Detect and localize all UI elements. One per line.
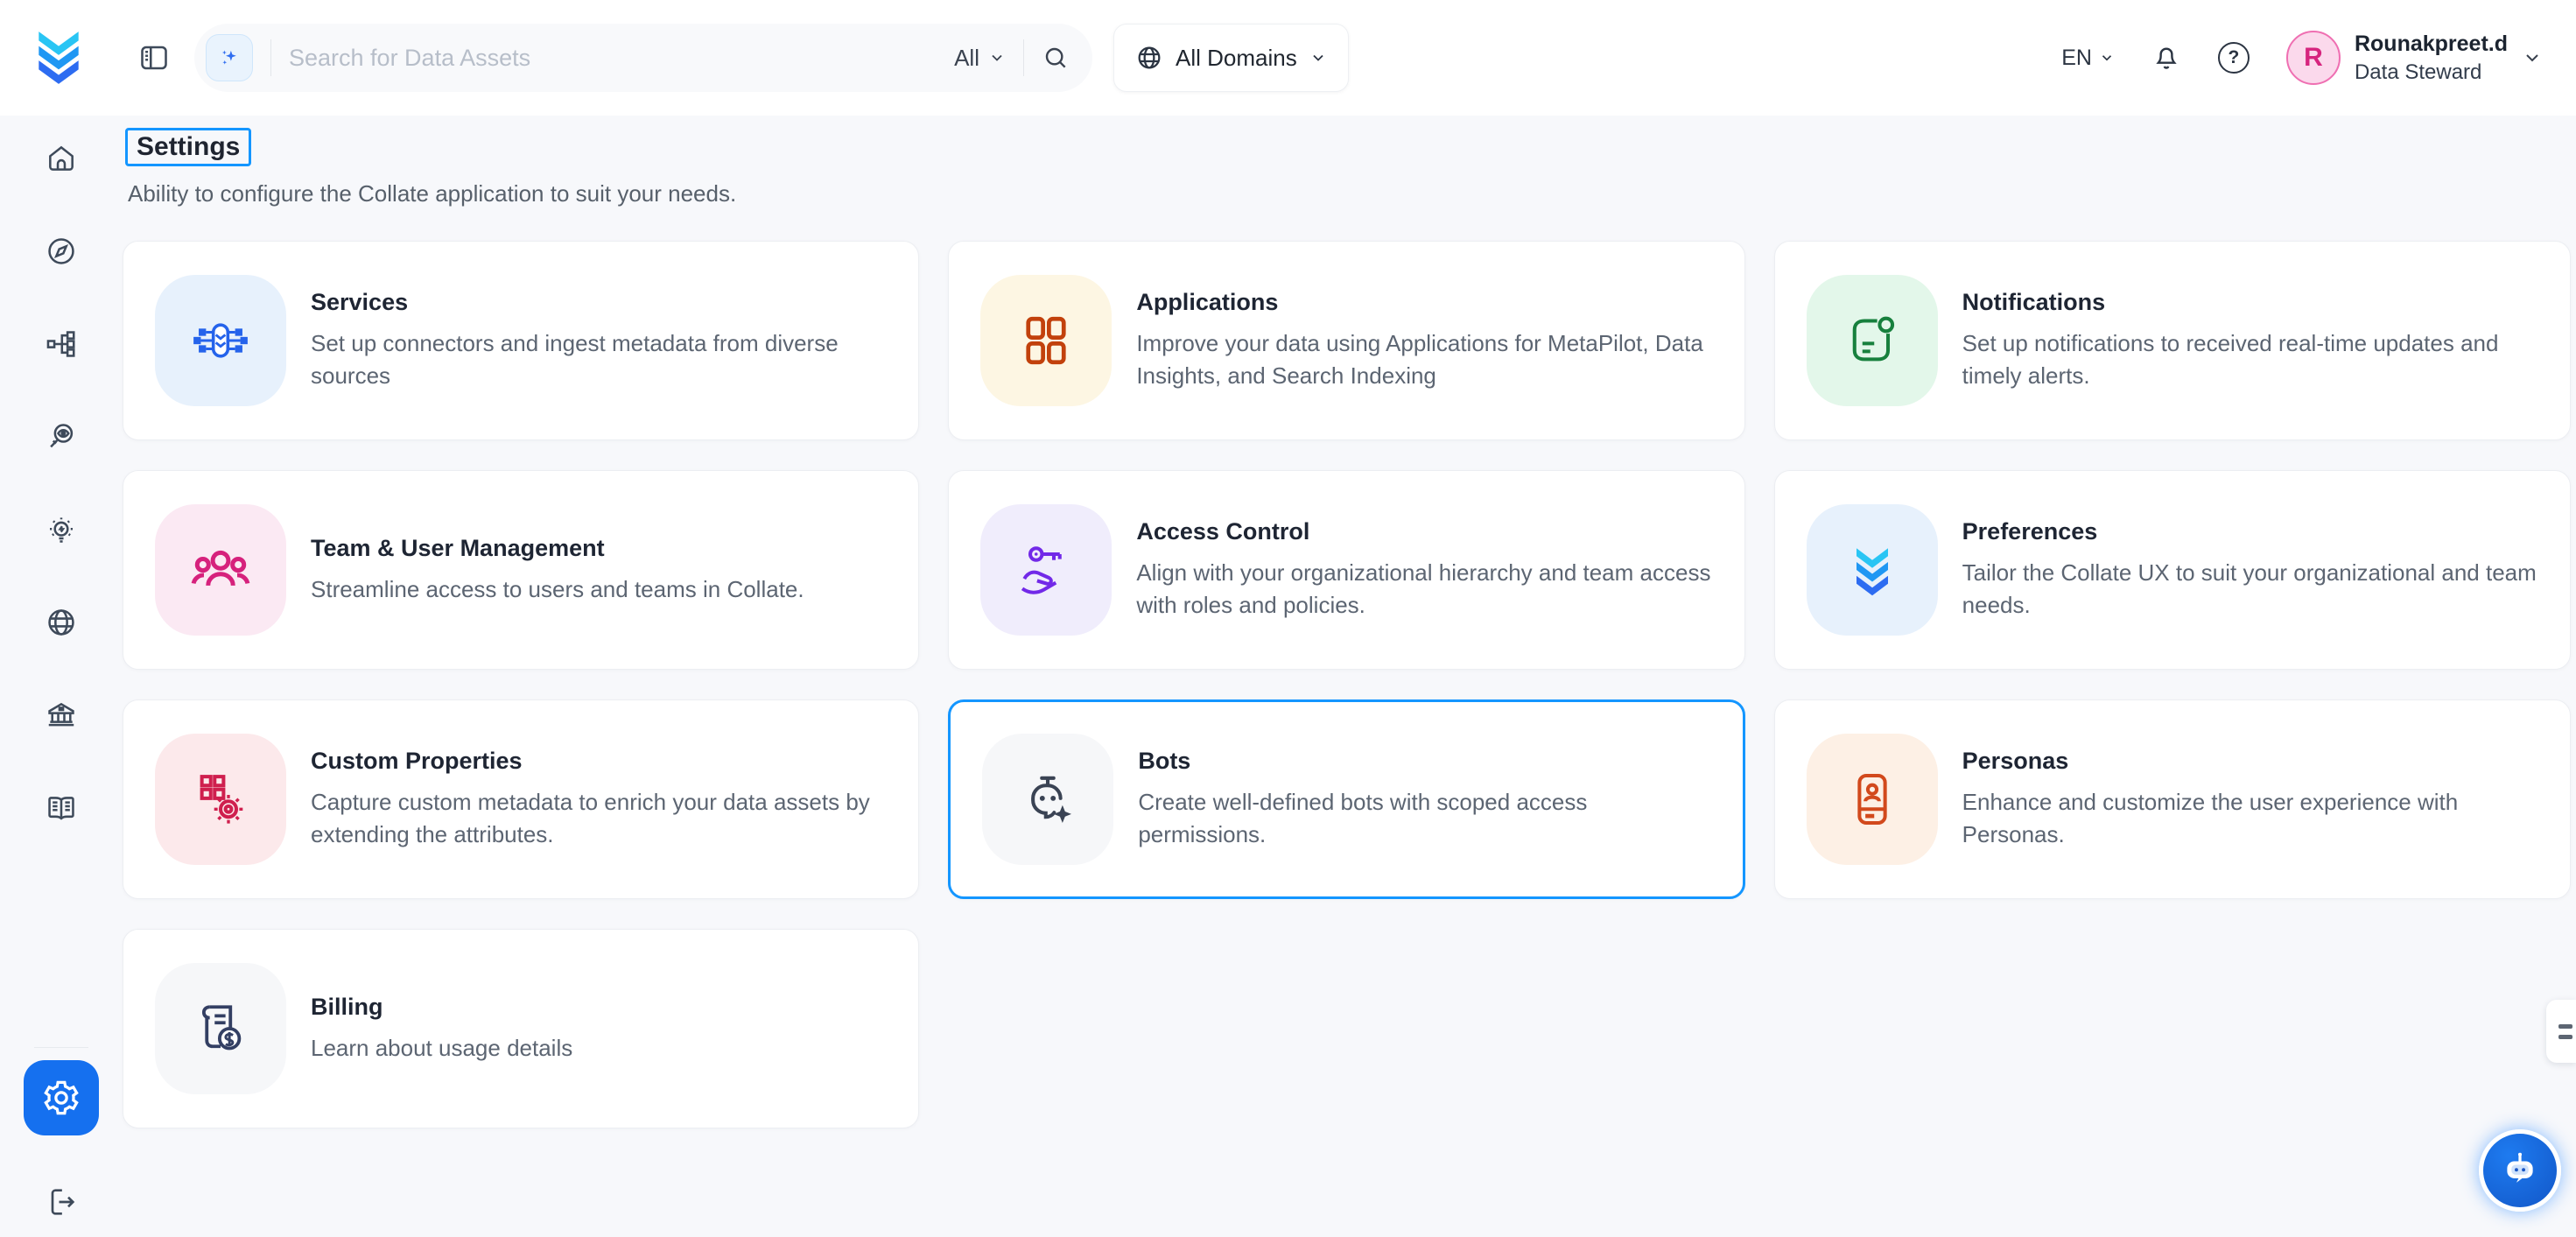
settings-card-preferences[interactable]: Preferences Tailor the Collate UX to sui… (1774, 470, 2571, 670)
user-role: Data Steward (2355, 59, 2508, 86)
search-scope-label: All (954, 45, 979, 72)
settings-card-custom-properties[interactable]: Custom Properties Capture custom metadat… (123, 699, 919, 899)
sidebar-bottom (24, 1047, 99, 1219)
settings-card-access-control[interactable]: Access Control Align with your organizat… (948, 470, 1744, 670)
team-icon (155, 504, 286, 636)
sidebar-item-glossary[interactable] (45, 791, 78, 825)
language-dropdown[interactable]: EN (2061, 46, 2115, 71)
card-title: Services (311, 289, 887, 316)
divider (270, 39, 271, 76)
language-label: EN (2061, 46, 2092, 71)
card-description: Set up connectors and ingest metadata fr… (311, 327, 887, 392)
home-icon (45, 142, 78, 175)
search-bar: All (194, 24, 1092, 92)
bank-icon (45, 699, 78, 732)
user-name: Rounakpreet.d (2355, 30, 2508, 59)
search-icon[interactable] (1042, 44, 1070, 72)
page-subtitle: Ability to configure the Collate applica… (128, 180, 2571, 207)
search-scope-dropdown[interactable]: All (954, 45, 1006, 72)
settings-card-billing[interactable]: Billing Learn about usage details (123, 929, 919, 1128)
chevron-down-icon (1309, 49, 1327, 67)
settings-card-team-user-management[interactable]: Team & User Management Streamline access… (123, 470, 919, 670)
collate-logo[interactable] (30, 26, 88, 89)
card-description: Create well-defined bots with scoped acc… (1138, 786, 1710, 851)
settings-page: Settings Ability to configure the Collat… (123, 116, 2571, 1128)
card-title: Applications (1136, 289, 1712, 316)
book-icon (45, 791, 78, 825)
card-description: Align with your organizational hierarchy… (1136, 557, 1712, 622)
card-description: Enhance and customize the user experienc… (1962, 786, 2538, 851)
card-description: Set up notifications to received real-ti… (1962, 327, 2538, 392)
user-menu[interactable]: R Rounakpreet.d Data Steward (2286, 30, 2543, 86)
chevron-down-icon (2099, 50, 2115, 66)
globe-icon (1135, 44, 1163, 72)
notification-note-icon (1807, 275, 1938, 406)
search-input[interactable] (289, 45, 937, 72)
collate-chevrons-icon (1807, 504, 1938, 636)
app-grid-icon (980, 275, 1112, 406)
sidebar-toggle-icon[interactable] (138, 42, 170, 74)
sidebar-item-discovery[interactable] (45, 420, 78, 453)
settings-card-personas[interactable]: Personas Enhance and customize the user … (1774, 699, 2571, 899)
help-icon[interactable]: ? (2218, 42, 2250, 74)
settings-card-notifications[interactable]: Notifications Set up notifications to re… (1774, 241, 2571, 440)
card-description: Improve your data using Applications for… (1136, 327, 1712, 392)
top-bar: All All Domains EN ? (0, 0, 2576, 116)
card-title: Notifications (1962, 289, 2538, 316)
card-title: Access Control (1136, 518, 1712, 545)
card-title: Preferences (1962, 518, 2538, 545)
settings-card-bots[interactable]: Bots Create well-defined bots with scope… (948, 699, 1744, 899)
sidebar-item-data-flow[interactable] (45, 327, 78, 361)
gear-icon (41, 1078, 81, 1118)
chevron-down-icon (2522, 47, 2543, 68)
card-description: Capture custom metadata to enrich your d… (311, 786, 887, 851)
settings-card-applications[interactable]: Applications Improve your data using App… (948, 241, 1744, 440)
discovery-icon (45, 420, 78, 453)
sidebar-item-settings-active[interactable] (24, 1060, 99, 1135)
card-description: Tailor the Collate UX to suit your organ… (1962, 557, 2538, 622)
card-description: Streamline access to users and teams in … (311, 573, 804, 606)
card-title: Bots (1138, 748, 1710, 775)
avatar: R (2286, 31, 2341, 85)
notifications-bell-icon[interactable] (2151, 43, 2181, 73)
id-card-icon (1807, 734, 1938, 865)
lightbulb-icon (45, 513, 78, 546)
receipt-dollar-icon (155, 963, 286, 1094)
sidebar-item-governance[interactable] (45, 699, 78, 732)
globe-icon (45, 606, 78, 639)
left-sidebar (0, 116, 123, 1237)
all-domains-label: All Domains (1176, 45, 1297, 72)
logout-icon[interactable] (44, 1184, 79, 1219)
divider (1023, 39, 1024, 76)
collapsed-side-widget[interactable] (2546, 1000, 2576, 1063)
sidebar-item-insights[interactable] (45, 513, 78, 546)
card-title: Custom Properties (311, 748, 887, 775)
all-domains-dropdown[interactable]: All Domains (1113, 24, 1349, 92)
page-title: Settings (125, 128, 251, 166)
card-title: Personas (1962, 748, 2538, 775)
bot-sparkle-icon (982, 734, 1113, 865)
hand-key-icon (980, 504, 1112, 636)
chat-bot-button[interactable] (2479, 1129, 2561, 1212)
sidebar-item-home[interactable] (45, 142, 78, 175)
sidebar-item-domains[interactable] (45, 606, 78, 639)
robot-icon (2497, 1148, 2543, 1193)
compass-icon (45, 235, 78, 268)
card-title: Billing (311, 994, 572, 1021)
card-title: Team & User Management (311, 535, 804, 562)
ai-sparkles-icon[interactable] (206, 34, 253, 81)
services-hub-icon (155, 275, 286, 406)
settings-cards-grid: Services Set up connectors and ingest me… (123, 241, 2571, 1128)
data-flow-icon (45, 327, 78, 361)
settings-card-services[interactable]: Services Set up connectors and ingest me… (123, 241, 919, 440)
sidebar-item-explore[interactable] (45, 235, 78, 268)
grid-gear-icon (155, 734, 286, 865)
divider (34, 1047, 88, 1048)
topbar-right: EN ? R Rounakpreet.d Data Steward (2061, 30, 2543, 86)
chevron-down-icon (988, 49, 1006, 67)
card-description: Learn about usage details (311, 1032, 572, 1065)
